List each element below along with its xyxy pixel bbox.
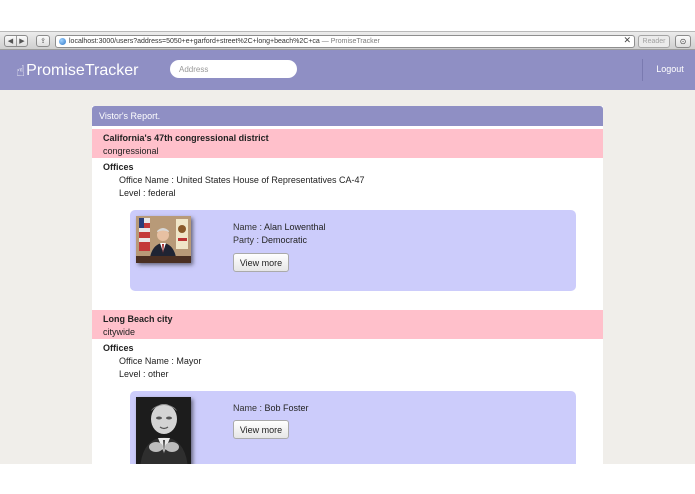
district-name: California's 47th congressional district — [103, 133, 269, 143]
level-value: other — [148, 369, 169, 379]
navbar-divider — [642, 59, 643, 81]
rep-name-label: Name : — [233, 222, 265, 232]
level-value: federal — [148, 188, 176, 198]
visitor-report: Vistor's Report. California's 47th congr… — [92, 106, 603, 464]
photo-portrait-icon — [136, 397, 191, 464]
office-name-label: Office Name : — [119, 356, 177, 366]
rep-name-value: Alan Lowenthal — [264, 222, 326, 232]
view-more-button[interactable]: View more — [233, 420, 289, 439]
download-icon[interactable]: ⊙ — [675, 35, 691, 48]
globe-icon — [59, 38, 66, 45]
offices-heading: Offices — [103, 343, 134, 353]
rep-name-line: Name : Bob Foster — [233, 402, 309, 414]
page-body: Vistor's Report. California's 47th congr… — [0, 90, 695, 464]
office-level-line: Level : federal — [119, 187, 176, 199]
representative-photo — [136, 397, 191, 464]
url-address: localhost:3000/users?address=5050+e+garf… — [69, 38, 320, 45]
district-header: Long Beach city citywide — [92, 310, 603, 339]
rep-party-value: Democratic — [261, 235, 308, 245]
url-text: localhost:3000/users?address=5050+e+garf… — [69, 36, 380, 47]
representative-photo — [136, 216, 191, 263]
district-type: citywide — [103, 327, 136, 337]
office-name-line: Office Name : Mayor — [119, 355, 201, 367]
address-search-input[interactable] — [170, 60, 297, 78]
level-label: Level : — [119, 369, 149, 379]
district-header: California's 47th congressional district… — [92, 129, 603, 158]
url-bar[interactable]: localhost:3000/users?address=5050+e+garf… — [55, 35, 635, 48]
photo-portrait-icon — [136, 216, 191, 263]
level-label: Level : — [119, 188, 149, 198]
stop-icon[interactable]: ✕ — [623, 36, 631, 47]
district-type: congressional — [103, 146, 159, 156]
hand-icon: ☝ — [16, 62, 26, 80]
district-section: California's 47th congressional district… — [92, 129, 603, 317]
view-more-button[interactable]: View more — [233, 253, 289, 272]
forward-icon[interactable]: ▶ — [16, 36, 27, 46]
reader-button[interactable]: Reader — [638, 35, 670, 48]
office-name-value: United States House of Representatives C… — [176, 175, 365, 185]
rep-name-label: Name : — [233, 403, 265, 413]
brand-logo[interactable]: ☝ PromiseTracker — [16, 61, 138, 81]
office-name-line: Office Name : United States House of Rep… — [119, 174, 364, 186]
office-name-value: Mayor — [176, 356, 202, 366]
rep-party-line: Party : Democratic — [233, 234, 307, 246]
report-title: Vistor's Report. — [92, 106, 603, 126]
rep-name-value: Bob Foster — [264, 403, 309, 413]
representative-card: Name : Bob Foster View more — [130, 391, 576, 464]
app-navbar: ☝ PromiseTracker — [0, 50, 695, 90]
rep-name-line: Name : Alan Lowenthal — [233, 221, 326, 233]
back-icon[interactable]: ◀ — [5, 36, 16, 46]
rep-party-label: Party : — [233, 235, 262, 245]
window-bottom — [0, 464, 695, 494]
offices-heading: Offices — [103, 162, 134, 172]
url-page-title: — PromiseTracker — [319, 38, 380, 45]
share-icon[interactable]: ⇪ — [36, 35, 50, 47]
office-level-line: Level : other — [119, 368, 169, 380]
district-section: Long Beach city citywide Offices Office … — [92, 310, 603, 464]
logout-link[interactable]: Logout — [648, 63, 692, 75]
district-name: Long Beach city — [103, 314, 173, 324]
browser-toolbar: ◀ ▶ ⇪ localhost:3000/users?address=5050+… — [0, 31, 695, 50]
office-name-label: Office Name : — [119, 175, 177, 185]
history-nav: ◀ ▶ — [4, 35, 28, 47]
representative-card: Name : Alan Lowenthal Party : Democratic… — [130, 210, 576, 291]
brand-name: PromiseTracker — [26, 62, 139, 79]
